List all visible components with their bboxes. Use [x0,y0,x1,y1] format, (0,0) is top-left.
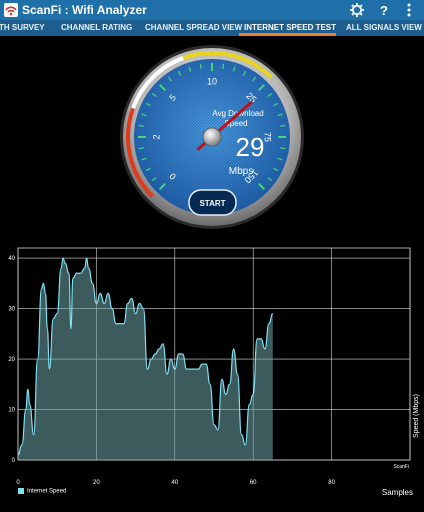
chart-y-tick-label: 10 [8,408,15,414]
help-icon[interactable]: ? [376,2,392,18]
tab-all-signals-view[interactable]: ALL SIGNALS VIEW [346,23,422,32]
chart-x-tick-label: 40 [171,480,178,486]
chart-x-tick-label: 60 [250,480,257,486]
tab-internet-speed-test[interactable]: INTERNET SPEED TEST [244,23,336,32]
chart-watermark: ScanFi [393,464,409,470]
chart-y-axis-label: Speed (Mbps) [413,394,420,438]
legend-swatch [18,488,24,494]
gauge-tick [199,63,202,69]
gauge-scale-label: 2 [151,134,161,139]
chart-y-tick-label: 40 [8,256,15,262]
gauge-tick [280,147,286,150]
gauge-scale-label: 10 [207,76,217,86]
chart-y-tick-label: 20 [8,357,15,363]
chart-x-tick-label: 20 [93,480,100,486]
app-title: ScanFi : Wifi Analyzer [22,3,147,17]
series-internet-speed-area [18,258,273,460]
gauge-tick [138,147,144,150]
tab-channel-rating[interactable]: CHANNEL RATING [61,23,132,32]
start-button-label: START [199,199,225,208]
overflow-menu-icon[interactable] [401,2,417,18]
chart-y-tick-label: 30 [8,307,15,313]
app-bar: ScanFi : Wifi Analyzer ? [0,0,424,20]
settings-gear-icon[interactable] [349,2,365,18]
gauge-tick [138,124,144,127]
chart-y-tick-label: 0 [12,458,16,464]
gauge-value-readout: 29 [236,132,265,162]
start-button[interactable]: START [188,189,237,216]
chart-legend: Internet Speed [18,488,66,495]
gauge-unit: Mbps [229,166,253,177]
chart-x-tick-label: 0 [16,480,20,486]
tab-channel-spread-view[interactable]: CHANNEL SPREAD VIEW [145,23,242,32]
chart-x-axis-label: Samples [382,488,413,497]
tab-site-survey[interactable]: TH SURVEY [0,23,45,32]
speed-chart: 0 10 20 30 40 0 20 40 60 80 ScanFi Speed (Mbps) S… [8,247,420,497]
gauge-hub [202,127,222,147]
speed-gauge: 025102575150 Avg Download Speed 29 Mbps … [120,45,304,229]
wifi-logo-icon [4,3,18,17]
gauge-tick [222,63,225,69]
svg-text:?: ? [380,3,388,18]
chart-x-tick-label: 80 [328,480,335,486]
tab-strip: TH SURVEY CHANNEL RATING CHANNEL SPREAD … [0,20,424,36]
gauge-tick [280,124,286,127]
legend-label: Internet Speed [27,488,67,495]
